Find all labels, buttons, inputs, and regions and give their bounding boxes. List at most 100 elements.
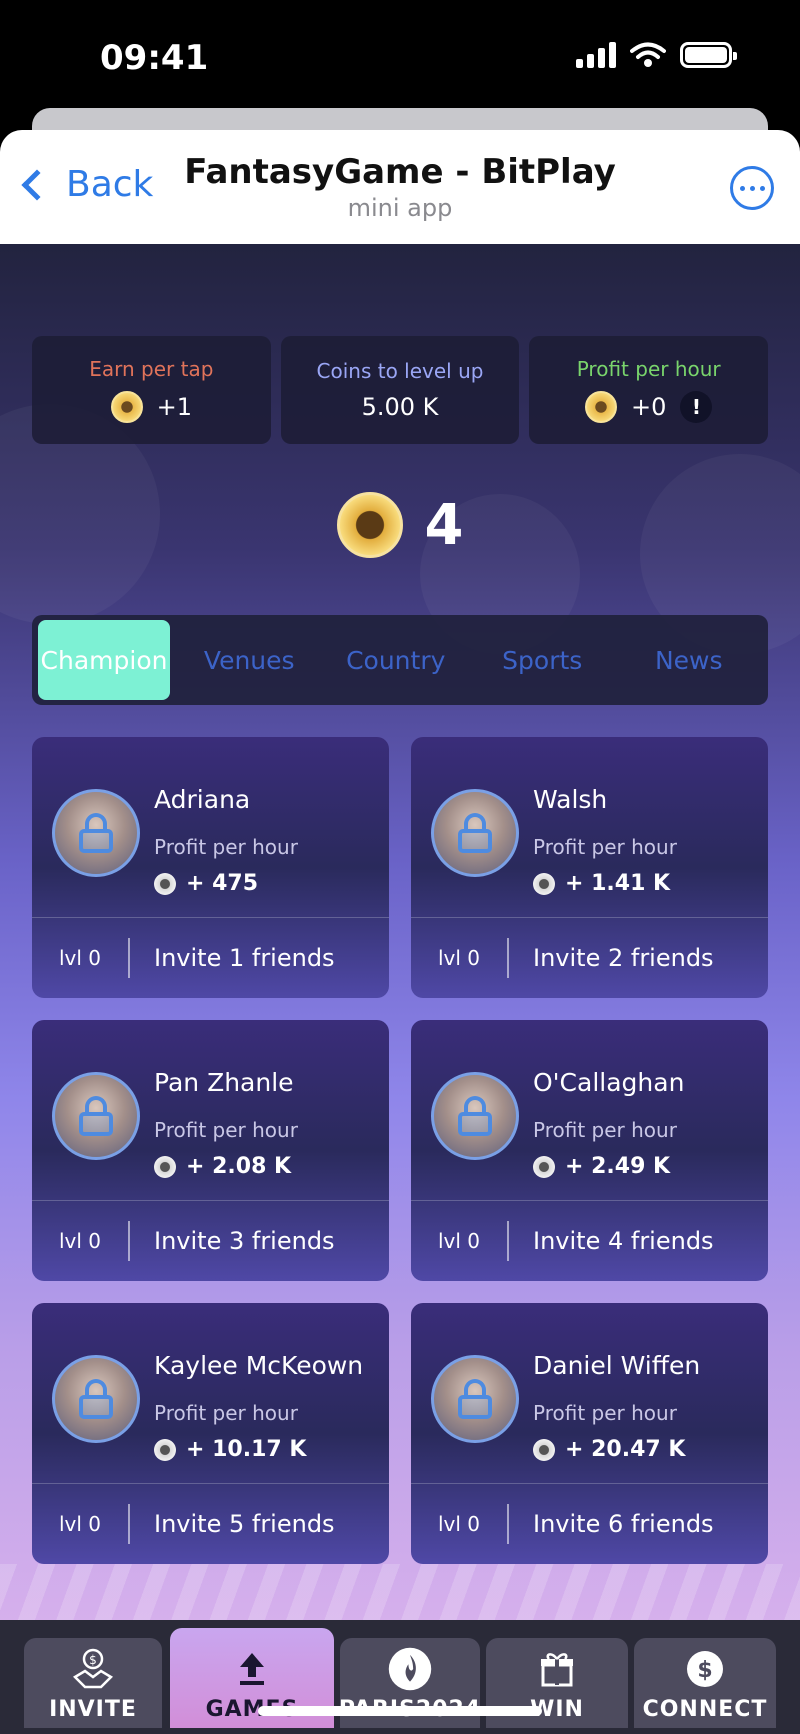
svg-text:$: $	[697, 1658, 712, 1683]
invite-requirement: Invite 5 friends	[154, 1510, 335, 1538]
profit-label: Profit per hour	[154, 1401, 298, 1425]
status-time: 09:41	[100, 38, 209, 78]
coin-icon	[336, 492, 403, 558]
coin-icon	[533, 1155, 555, 1178]
champion-card[interactable]: Walsh Profit per hour + 1.41 K lvl 0 Inv…	[411, 737, 768, 998]
lock-icon	[458, 813, 492, 853]
dollar-coin-icon: $	[683, 1647, 727, 1691]
more-options-button[interactable]	[730, 166, 774, 210]
invite-requirement: Invite 6 friends	[533, 1510, 714, 1538]
coin-balance: 4	[0, 492, 800, 558]
stat-label: Coins to level up	[316, 359, 484, 383]
champion-name: Daniel Wiffen	[533, 1351, 701, 1380]
handshake-coin-icon: $	[71, 1647, 115, 1691]
stat-earn-per-tap: Earn per tap +1	[32, 336, 271, 444]
status-bar: 09:41	[0, 0, 800, 120]
tab-country[interactable]: Country	[323, 620, 470, 700]
tab-sports[interactable]: Sports	[469, 620, 616, 700]
stat-label: Earn per tap	[89, 357, 214, 381]
more-dots-icon	[739, 185, 745, 191]
champion-card[interactable]: O'Callaghan Profit per hour + 2.49 K lvl…	[411, 1020, 768, 1281]
champion-card[interactable]: Adriana Profit per hour + 475 lvl 0 Invi…	[32, 737, 389, 998]
decorative-stripe-band	[0, 1564, 800, 1624]
cellular-signal-icon	[576, 42, 616, 68]
tab-venues[interactable]: Venues	[176, 620, 323, 700]
app-subtitle: mini app	[347, 194, 453, 222]
champion-name: Walsh	[533, 785, 608, 814]
lock-icon	[458, 1379, 492, 1419]
profit-label: Profit per hour	[533, 835, 677, 859]
profit-value: + 2.08 K	[186, 1154, 292, 1179]
stat-value: +0	[630, 393, 667, 421]
bottom-nav: $ INVITE GAMES PARIS2024	[0, 1620, 800, 1734]
profit-value: + 10.17 K	[186, 1437, 307, 1462]
battery-icon	[680, 42, 737, 68]
profit-label: Profit per hour	[533, 1401, 677, 1425]
champion-card[interactable]: Daniel Wiffen Profit per hour + 20.47 K …	[411, 1303, 768, 1564]
gift-icon	[535, 1647, 579, 1691]
coin-icon	[154, 872, 176, 895]
champion-name: Kaylee McKeown	[154, 1351, 364, 1380]
nav-label: CONNECT	[642, 1697, 768, 1722]
tab-champion[interactable]: Champion	[38, 620, 170, 700]
nav-label: INVITE	[49, 1697, 137, 1722]
champion-avatar	[431, 789, 519, 877]
profit-value: + 1.41 K	[565, 871, 671, 896]
profit-value: + 2.49 K	[565, 1154, 671, 1179]
champion-name: O'Callaghan	[533, 1068, 685, 1097]
coin-icon	[533, 872, 555, 895]
stat-coins-to-level-up: Coins to level up 5.00 K	[280, 336, 520, 444]
nav-connect[interactable]: $ CONNECT	[634, 1638, 776, 1728]
invite-requirement: Invite 3 friends	[154, 1227, 335, 1255]
coin-icon	[584, 391, 617, 423]
home-indicator[interactable]	[258, 1706, 542, 1716]
balance-value: 4	[424, 492, 464, 558]
info-icon[interactable]: !	[680, 391, 713, 423]
coin-icon	[154, 1155, 176, 1178]
profit-value: + 475	[186, 871, 259, 896]
upload-arrow-icon	[230, 1647, 274, 1691]
profit-value: + 20.47 K	[565, 1437, 686, 1462]
stat-profit-per-hour: Profit per hour +0 !	[529, 336, 769, 444]
champion-name: Adriana	[154, 785, 251, 814]
invite-requirement: Invite 4 friends	[533, 1227, 714, 1255]
level-label: lvl 0	[437, 1512, 481, 1536]
invite-requirement: Invite 2 friends	[533, 944, 714, 972]
champion-card[interactable]: Pan Zhanle Profit per hour + 2.08 K lvl …	[32, 1020, 389, 1281]
champion-name: Pan Zhanle	[154, 1068, 294, 1097]
nav-invite[interactable]: $ INVITE	[24, 1638, 162, 1728]
game-screen: Earn per tap +1 Coins to level up 5.00 K…	[0, 244, 800, 1624]
svg-text:$: $	[89, 1653, 97, 1667]
champion-avatar	[52, 1072, 140, 1160]
lock-icon	[79, 1379, 113, 1419]
level-label: lvl 0	[58, 1512, 102, 1536]
coin-icon	[533, 1438, 555, 1461]
champion-cards-grid: Adriana Profit per hour + 475 lvl 0 Invi…	[32, 737, 768, 1564]
champion-avatar	[431, 1072, 519, 1160]
tab-news[interactable]: News	[616, 620, 763, 700]
profit-label: Profit per hour	[154, 835, 298, 859]
coin-icon	[154, 1438, 176, 1461]
champion-avatar	[52, 789, 140, 877]
status-icons	[576, 42, 737, 68]
champion-card[interactable]: Kaylee McKeown Profit per hour + 10.17 K…	[32, 1303, 389, 1564]
mini-app-header: Back FantasyGame - BitPlay mini app	[0, 130, 800, 244]
champion-avatar	[431, 1355, 519, 1443]
level-label: lvl 0	[437, 1229, 481, 1253]
level-label: lvl 0	[437, 946, 481, 970]
wifi-icon	[630, 42, 666, 67]
stats-row: Earn per tap +1 Coins to level up 5.00 K…	[32, 336, 769, 444]
level-label: lvl 0	[58, 1229, 102, 1253]
lock-icon	[79, 1096, 113, 1136]
flame-icon	[388, 1647, 432, 1691]
level-label: lvl 0	[58, 946, 102, 970]
stat-value: +1	[156, 393, 193, 421]
stat-label: Profit per hour	[576, 357, 721, 381]
invite-requirement: Invite 1 friends	[154, 944, 335, 972]
champion-avatar	[52, 1355, 140, 1443]
lock-icon	[458, 1096, 492, 1136]
profit-label: Profit per hour	[533, 1118, 677, 1142]
coin-icon	[110, 391, 143, 423]
lock-icon	[79, 813, 113, 853]
stat-value: 5.00 K	[361, 393, 439, 421]
